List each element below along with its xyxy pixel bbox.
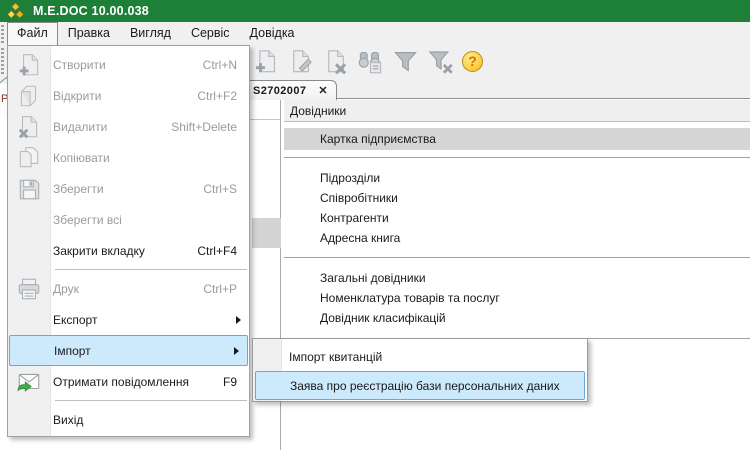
menubar-item-help[interactable]: Довідка	[240, 22, 305, 46]
copy-document-icon	[16, 145, 42, 171]
tab-close-icon[interactable]: ✕	[318, 84, 327, 97]
panel-row-employees[interactable]: Співробітники	[284, 188, 750, 208]
menu-item-label: Копіювати	[53, 151, 110, 165]
menu-item-shortcut: Ctrl+N	[203, 58, 237, 72]
menu-item-export[interactable]: Експорт	[8, 304, 249, 335]
edit-document-icon[interactable]	[287, 48, 314, 75]
submenu-item-personal-data-application[interactable]: Заява про реєстрацію бази персональних д…	[255, 371, 585, 400]
app-window: M.E.DOC 10.00.038 Файл Правка Вигляд Сер…	[0, 0, 750, 450]
menu-item-shortcut: Ctrl+P	[203, 282, 237, 296]
menu-item-label: Закрити вкладку	[53, 244, 145, 258]
panel-row-classifications[interactable]: Довідник класифікацій	[284, 308, 750, 328]
menu-item-delete[interactable]: Видалити Shift+Delete	[8, 111, 249, 142]
open-document-icon	[16, 83, 42, 109]
window-title: M.E.DOC 10.00.038	[33, 4, 149, 18]
submenu-arrow-icon	[234, 347, 239, 355]
tab-s2702007[interactable]: S2702007 ✕	[244, 80, 337, 100]
menu-item-label: Зберегти	[53, 182, 104, 196]
medoc-logo-icon	[7, 3, 24, 20]
help-icon[interactable]: ?	[462, 51, 483, 72]
menu-item-import[interactable]: Імпорт	[9, 335, 248, 366]
tab-label: S2702007	[253, 85, 306, 97]
new-document-icon	[16, 52, 42, 78]
print-icon	[16, 276, 42, 302]
panel-row-goods-nomenclature[interactable]: Номенклатура товарів та послуг	[284, 288, 750, 308]
title-bar: M.E.DOC 10.00.038	[0, 0, 750, 22]
submenu-item-import-receipts[interactable]: Імпорт квитанцій	[253, 342, 587, 371]
menubar-item-file[interactable]: Файл	[7, 22, 58, 46]
menu-item-label: Відкрити	[53, 89, 102, 103]
filter-icon[interactable]	[392, 48, 419, 75]
panel-row-general-references[interactable]: Загальні довідники	[284, 268, 750, 288]
panel-header: Довідники	[284, 100, 750, 122]
left-panel-fragment-line	[250, 119, 280, 120]
submenu-arrow-icon	[236, 316, 241, 324]
toolbar: ?	[252, 48, 483, 75]
panel-separator	[284, 257, 750, 258]
panel-row-company-card[interactable]: Картка підприємства	[284, 128, 750, 150]
left-panel-fragment-selection	[252, 218, 281, 248]
menu-item-label: Друк	[53, 282, 79, 296]
menu-item-label: Експорт	[53, 313, 97, 327]
menu-item-save[interactable]: Зберегти Ctrl+S	[8, 173, 249, 204]
menu-item-exit[interactable]: Вихід	[8, 404, 249, 435]
panel-separator	[284, 157, 750, 158]
panel-row-departments[interactable]: Підрозділи	[284, 168, 750, 188]
menu-item-label: Отримати повідомлення	[53, 375, 189, 389]
menu-item-close-tab[interactable]: Закрити вкладку Ctrl+F4	[8, 235, 249, 266]
menu-bar: Файл Правка Вигляд Сервіс Довідка	[0, 22, 750, 46]
receive-mail-icon	[16, 369, 42, 395]
menubar-item-view[interactable]: Вигляд	[120, 22, 181, 46]
delete-document-icon[interactable]	[322, 48, 349, 75]
menu-item-shortcut: Ctrl+S	[203, 182, 237, 196]
menu-item-open[interactable]: Відкрити Ctrl+F2	[8, 80, 249, 111]
import-submenu: Імпорт квитанцій Заява про реєстрацію ба…	[252, 338, 588, 402]
menu-item-copy[interactable]: Копіювати	[8, 142, 249, 173]
menu-item-print[interactable]: Друк Ctrl+P	[8, 273, 249, 304]
find-in-documents-icon[interactable]	[357, 48, 384, 75]
menubar-item-edit[interactable]: Правка	[58, 22, 120, 46]
menu-item-label: Видалити	[53, 120, 107, 134]
delete-document-icon	[16, 114, 42, 140]
menubar-item-service[interactable]: Сервіс	[181, 22, 240, 46]
menu-item-receive-messages[interactable]: Отримати повідомлення F9	[8, 366, 249, 397]
clear-filter-icon[interactable]	[427, 48, 454, 75]
save-icon	[16, 176, 42, 202]
menu-item-create[interactable]: Створити Ctrl+N	[8, 49, 249, 80]
new-document-icon[interactable]	[252, 48, 279, 75]
submenu-item-label: Імпорт квитанцій	[289, 350, 382, 364]
menu-item-shortcut: Ctrl+F4	[197, 244, 237, 258]
menu-item-label: Вихід	[53, 413, 83, 427]
menu-item-label: Імпорт	[54, 344, 91, 358]
panel-row-counterparties[interactable]: Контрагенти	[284, 208, 750, 228]
panel-row-address-book[interactable]: Адресна книга	[284, 228, 750, 248]
menu-item-label: Зберегти всі	[53, 213, 122, 227]
menu-item-shortcut: Ctrl+F2	[197, 89, 237, 103]
toolbar-grip[interactable]	[1, 48, 4, 76]
file-menu: Створити Ctrl+N Відкрити Ctrl+F2 Видалит…	[7, 45, 250, 437]
menu-item-save-all[interactable]: Зберегти всі	[8, 204, 249, 235]
menu-item-shortcut: F9	[223, 375, 237, 389]
menu-separator	[8, 397, 249, 404]
menu-item-label: Створити	[53, 58, 106, 72]
menu-separator	[8, 266, 249, 273]
submenu-item-label: Заява про реєстрацію бази персональних д…	[290, 379, 560, 393]
menu-item-shortcut: Shift+Delete	[171, 120, 237, 134]
